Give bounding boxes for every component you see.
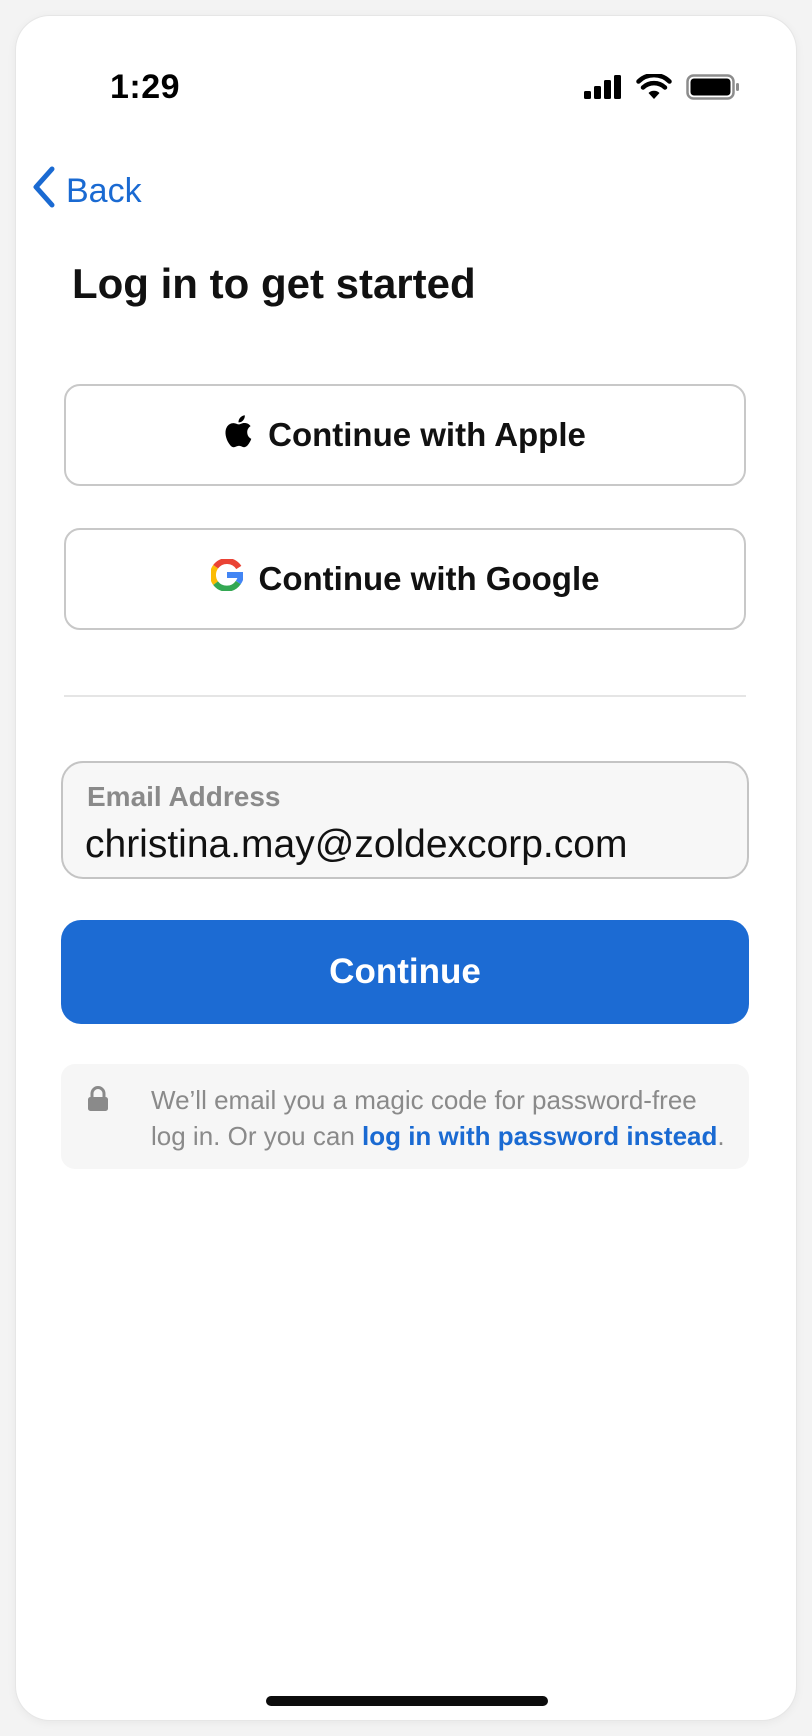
status-icons: [584, 72, 740, 105]
continue-button[interactable]: Continue: [61, 920, 749, 1024]
email-input[interactable]: christina.may@zoldexcorp.com: [85, 823, 627, 867]
continue-with-apple-button[interactable]: Continue with Apple: [64, 384, 746, 486]
info-suffix: .: [717, 1121, 725, 1151]
status-time: 1:29: [110, 68, 181, 106]
password-login-link[interactable]: log in with password instead: [362, 1121, 717, 1151]
phone-screen: 1:29 Back Log in to get started Continue…: [16, 16, 796, 1720]
divider: [64, 695, 746, 697]
info-text: We’ll email you a magic code for passwor…: [151, 1082, 731, 1154]
battery-icon: [686, 74, 740, 105]
apple-button-label: Continue with Apple: [268, 416, 586, 453]
continue-with-google-button[interactable]: Continue with Google: [64, 528, 746, 630]
back-label: Back: [66, 172, 142, 210]
page-title: Log in to get started: [72, 260, 476, 307]
cellular-signal-icon: [584, 75, 622, 104]
home-indicator: [266, 1696, 548, 1706]
status-bar: 1:29: [16, 16, 796, 136]
email-field-label: Email Address: [87, 781, 281, 812]
back-button[interactable]: Back: [32, 166, 142, 217]
magic-code-info-box: We’ll email you a magic code for passwor…: [61, 1064, 749, 1169]
google-button-label: Continue with Google: [258, 560, 600, 597]
google-logo-icon: [209, 558, 244, 599]
email-field[interactable]: Email Address christina.may@zoldexcorp.c…: [61, 761, 749, 879]
wifi-icon: [636, 72, 672, 105]
apple-logo-icon: [224, 414, 252, 456]
chevron-left-icon: [32, 166, 56, 217]
lock-icon: [87, 1086, 109, 1117]
